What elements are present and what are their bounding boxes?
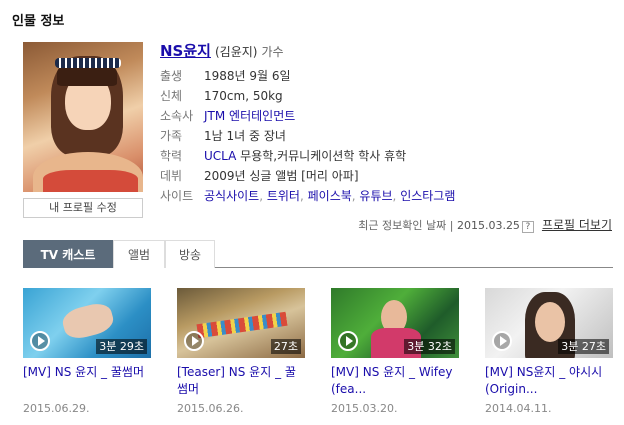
section-title: 인물 정보 <box>12 14 65 29</box>
info-row-family: 가족 1남 1녀 중 장녀 <box>160 129 286 143</box>
info-row-education: 학력 UCLA 무용학,커뮤니케이션학 학사 휴학 <box>160 149 407 163</box>
video-thumbnail[interactable]: 3분 32초 <box>331 288 459 358</box>
video-title-link[interactable]: [Teaser] NS 윤지 _ 꿀썸머 <box>177 364 305 398</box>
play-icon[interactable] <box>492 331 512 351</box>
info-row-agency: 소속사 JTM 엔터테인먼트 <box>160 109 296 123</box>
update-info: 최근 정보확인 날짜 | 2015.03.25? 프로필 더보기 <box>358 218 612 233</box>
video-thumbnail[interactable]: 3분 29초 <box>23 288 151 358</box>
person-name-link[interactable]: NS윤지 <box>160 42 211 60</box>
official-site-link[interactable]: 공식사이트 <box>204 189 259 203</box>
update-date: 2015.03.25 <box>456 219 520 232</box>
school-link[interactable]: UCLA <box>204 149 236 163</box>
info-row-sites: 사이트 공식사이트, 트위터, 페이스북, 유튜브, 인스타그램 <box>160 189 456 203</box>
tab-broadcast[interactable]: 방송 <box>165 240 215 268</box>
tab-tv-cast[interactable]: TV 캐스트 <box>23 240 113 268</box>
video-date: 2014.04.11. <box>485 402 552 415</box>
info-row-birth: 출생 1988년 9월 6일 <box>160 69 291 83</box>
instagram-link[interactable]: 인스타그램 <box>400 189 455 203</box>
play-icon[interactable] <box>30 331 50 351</box>
real-name: (김윤지) <box>214 45 258 59</box>
video-title-link[interactable]: [MV] NS윤지 _ 야시시 (Origin... <box>485 364 613 398</box>
video-duration: 3분 27초 <box>558 339 609 354</box>
youtube-link[interactable]: 유튜브 <box>359 189 392 203</box>
agency-link[interactable]: JTM 엔터테인먼트 <box>204 109 295 123</box>
occupation: 가수 <box>261 45 284 59</box>
video-duration: 3분 32초 <box>404 339 455 354</box>
tab-album[interactable]: 앨범 <box>113 240 165 268</box>
video-card[interactable]: 3분 29초 [MV] NS 윤지 _ 꿀썸머 2015.06.29. <box>23 288 151 415</box>
tab-bar: TV 캐스트 앨범 방송 <box>23 240 613 268</box>
info-row-debut: 데뷔 2009년 싱글 앨범 [머리 아파] <box>160 169 359 183</box>
video-card[interactable]: 27초 [Teaser] NS 윤지 _ 꿀썸머 2015.06.26. <box>177 288 305 415</box>
video-duration: 3분 29초 <box>96 339 147 354</box>
profile-more-link[interactable]: 프로필 더보기 <box>542 218 612 232</box>
play-icon[interactable] <box>338 331 358 351</box>
video-title-link[interactable]: [MV] NS 윤지 _ Wifey (fea... <box>331 364 459 398</box>
video-thumbnail[interactable]: 27초 <box>177 288 305 358</box>
play-icon[interactable] <box>184 331 204 351</box>
profile-photo[interactable] <box>23 42 143 192</box>
video-card[interactable]: 3분 27초 [MV] NS윤지 _ 야시시 (Origin... 2014.0… <box>485 288 613 415</box>
help-icon[interactable]: ? <box>521 221 534 233</box>
video-card[interactable]: 3분 32초 [MV] NS 윤지 _ Wifey (fea... 2015.0… <box>331 288 459 415</box>
video-date: 2015.06.26. <box>177 402 244 415</box>
video-date: 2015.06.29. <box>23 402 90 415</box>
edit-profile-button[interactable]: 내 프로필 수정 <box>23 198 143 218</box>
video-thumbnail[interactable]: 3분 27초 <box>485 288 613 358</box>
profile-info: 출생 1988년 9월 6일 신체 170cm, 50kg 소속사 JTM 엔터테인먼… <box>160 66 455 206</box>
twitter-link[interactable]: 트위터 <box>267 189 300 203</box>
video-date: 2015.03.20. <box>331 402 398 415</box>
info-row-body: 신체 170cm, 50kg <box>160 89 283 103</box>
facebook-link[interactable]: 페이스북 <box>308 189 352 203</box>
video-duration: 27초 <box>270 339 301 354</box>
video-title-link[interactable]: [MV] NS 윤지 _ 꿀썸머 <box>23 364 151 398</box>
name-line: NS윤지 (김윤지) 가수 <box>160 40 284 61</box>
